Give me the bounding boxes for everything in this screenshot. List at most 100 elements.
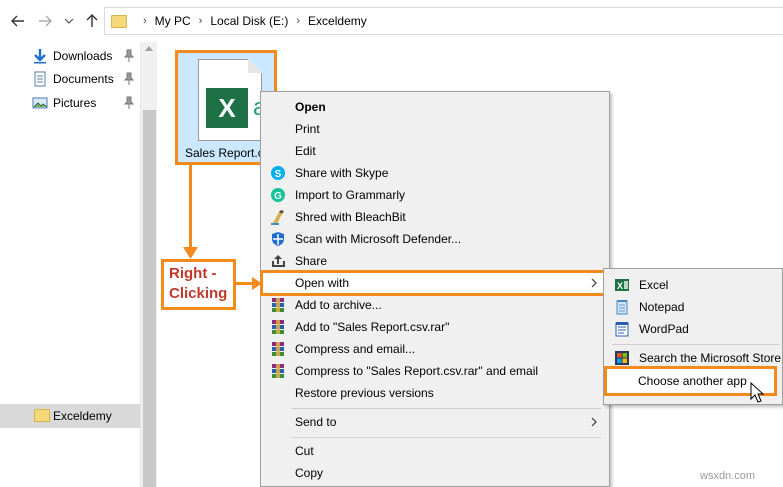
pin-icon[interactable] — [124, 72, 134, 86]
winrar-icon — [272, 342, 284, 356]
notepad-icon — [616, 300, 628, 315]
address-bar[interactable]: › My PC › Local Disk (E:) › Exceldemy — [104, 7, 783, 35]
forward-arrow-icon — [39, 15, 52, 27]
open-with-highlight — [260, 270, 606, 296]
chevron-down-icon — [64, 18, 74, 24]
menu-item-share[interactable]: Share — [261, 250, 609, 272]
wordpad-icon — [615, 322, 629, 337]
documents-icon — [34, 71, 46, 87]
menu-item-label: Edit — [295, 144, 316, 158]
submenu-item-label: Notepad — [639, 300, 685, 314]
menu-item-compress-to-rar-and-email[interactable]: Compress to "Sales Report.csv.rar" and e… — [261, 360, 609, 382]
menu-item-add-to-rar[interactable]: Add to "Sales Report.csv.rar" — [261, 316, 609, 338]
chevron-right-icon — [591, 417, 597, 427]
annotation-arrow-down-icon — [183, 247, 198, 259]
annotation-line — [189, 165, 192, 250]
menu-item-label: Cut — [295, 444, 314, 458]
menu-item-label: Add to "Sales Report.csv.rar" — [295, 320, 450, 334]
defender-shield-icon — [272, 232, 284, 246]
submenu-item-wordpad[interactable]: WordPad — [604, 318, 782, 340]
svg-text:G: G — [274, 191, 282, 202]
callout-line-1: Right - — [169, 265, 217, 282]
svg-text:S: S — [275, 169, 282, 180]
sidebar-item-documents[interactable]: Documents — [0, 68, 140, 90]
folder-icon — [111, 14, 127, 28]
menu-item-send-to[interactable]: Send to — [261, 411, 609, 433]
breadcrumb-local-disk[interactable]: Local Disk (E:) — [210, 14, 288, 28]
sidebar-item-downloads[interactable]: Downloads — [0, 45, 140, 67]
download-arrow-icon — [34, 49, 46, 64]
menu-item-restore-previous-versions[interactable]: Restore previous versions — [261, 382, 609, 404]
mouse-cursor-icon — [750, 382, 764, 403]
share-icon — [272, 255, 285, 267]
submenu-item-label: Choose another app — [638, 374, 747, 388]
menu-item-label: Copy — [295, 466, 324, 480]
winrar-icon — [272, 364, 284, 378]
menu-item-open[interactable]: Open — [261, 96, 609, 118]
pin-icon[interactable] — [124, 49, 134, 63]
pictures-icon — [32, 97, 48, 109]
menu-item-shred-with-bleachbit[interactable]: Shred with BleachBit — [261, 206, 609, 228]
menu-item-label: Import to Grammarly — [295, 188, 406, 202]
breadcrumb-separator-icon: › — [143, 15, 147, 27]
menu-item-print[interactable]: Print — [261, 118, 609, 140]
pin-icon[interactable] — [124, 96, 134, 110]
breadcrumb-separator-icon: › — [296, 15, 301, 27]
winrar-icon — [272, 320, 284, 334]
menu-item-scan-with-defender[interactable]: Scan with Microsoft Defender... — [261, 228, 609, 250]
sidebar-item-label: Downloads — [53, 49, 113, 63]
scrollbar-thumb[interactable] — [143, 110, 156, 487]
menu-separator — [291, 437, 601, 438]
navigation-scrollbar[interactable] — [140, 42, 157, 487]
menu-item-import-to-grammarly[interactable]: G Import to Grammarly — [261, 184, 609, 206]
back-arrow-icon — [11, 15, 24, 27]
forward-button[interactable] — [34, 10, 56, 32]
breadcrumb-my-pc[interactable]: My PC — [155, 14, 191, 28]
menu-item-label: Scan with Microsoft Defender... — [295, 232, 462, 246]
menu-item-copy[interactable]: Copy — [261, 462, 609, 484]
sidebar-item-label: Pictures — [53, 96, 97, 110]
menu-item-label: Shred with BleachBit — [295, 210, 406, 224]
menu-item-label: Compress and email... — [295, 342, 416, 356]
submenu-item-excel[interactable]: X Excel — [604, 274, 782, 296]
menu-separator — [291, 408, 601, 409]
sidebar-item-label: Exceldemy — [53, 409, 112, 423]
breadcrumb-exceldemy[interactable]: Exceldemy — [308, 14, 367, 28]
winrar-icon — [272, 298, 284, 312]
scroll-up-icon[interactable] — [145, 46, 153, 51]
address-toolbar: › My PC › Local Disk (E:) › Exceldemy — [0, 0, 783, 42]
menu-item-label: Compress to "Sales Report.csv.rar" and e… — [295, 364, 539, 378]
menu-item-label: Restore previous versions — [295, 386, 434, 400]
callout-line-2: Clicking — [169, 285, 228, 302]
menu-item-compress-and-email[interactable]: Compress and email... — [261, 338, 609, 360]
back-button[interactable] — [7, 10, 29, 32]
sidebar-item-pictures[interactable]: Pictures — [0, 92, 140, 114]
right-clicking-callout: Right - Clicking — [161, 259, 236, 310]
breadcrumb-separator-icon: › — [198, 15, 203, 27]
menu-item-add-to-archive[interactable]: Add to archive... — [261, 294, 609, 316]
menu-item-label: Share with Skype — [295, 166, 389, 180]
csv-file-icon: X a, — [198, 59, 273, 141]
menu-item-share-with-skype[interactable]: S Share with Skype — [261, 162, 609, 184]
sidebar-item-label: Documents — [53, 72, 114, 86]
recent-locations-button[interactable] — [58, 10, 80, 32]
up-arrow-icon — [86, 14, 98, 27]
menu-item-label: Print — [295, 122, 320, 136]
up-button[interactable] — [81, 10, 103, 32]
menu-item-label: Open — [295, 100, 326, 114]
submenu-item-label: WordPad — [639, 322, 689, 336]
submenu-item-notepad[interactable]: Notepad — [604, 296, 782, 318]
bleachbit-icon — [271, 210, 284, 225]
submenu-item-label: Search the Microsoft Store — [639, 351, 782, 365]
excel-icon: X — [615, 279, 629, 291]
menu-item-label: Share — [295, 254, 328, 268]
sidebar-item-exceldemy[interactable]: Exceldemy — [0, 404, 140, 428]
store-icon — [615, 351, 629, 365]
skype-icon: S — [271, 166, 285, 180]
submenu-item-label: Excel — [639, 278, 669, 292]
grammarly-icon: G — [271, 188, 285, 202]
navigation-pane: Downloads Documents Pictures Exceldemy — [0, 42, 140, 487]
watermark: wsxdn.com — [700, 470, 756, 482]
menu-item-cut[interactable]: Cut — [261, 440, 609, 462]
menu-item-edit[interactable]: Edit — [261, 140, 609, 162]
